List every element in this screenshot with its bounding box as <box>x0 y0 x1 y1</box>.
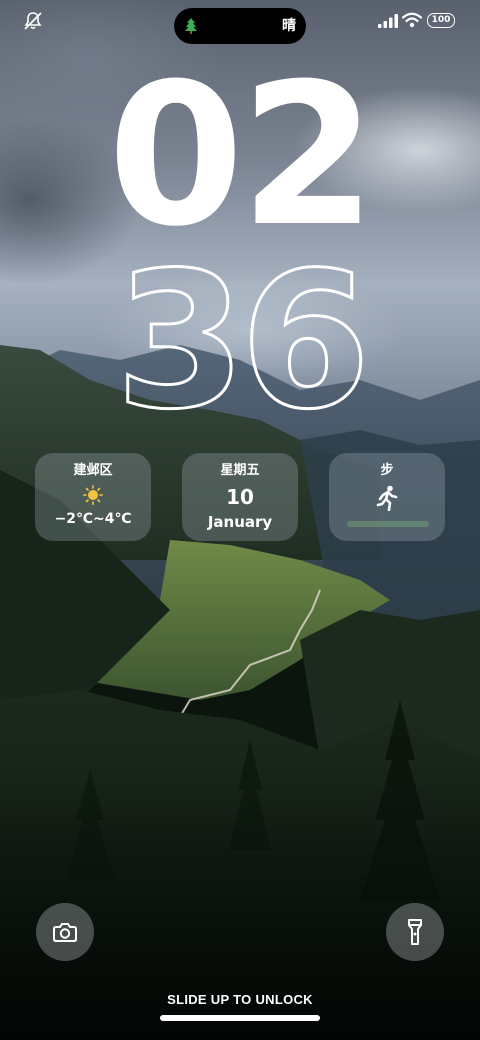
clock-minute: 36 <box>114 232 373 451</box>
status-bar: 晴 100 <box>0 0 480 48</box>
date-month: January <box>207 513 273 531</box>
date-weekday: 星期五 <box>220 463 260 478</box>
date-widget[interactable]: 星期五 10 January <box>182 453 298 541</box>
mute-icon <box>24 12 42 30</box>
date-day: 10 <box>226 485 254 509</box>
running-icon <box>376 485 398 511</box>
flashlight-button[interactable] <box>386 903 444 961</box>
camera-button[interactable] <box>36 903 94 961</box>
home-indicator[interactable] <box>160 1015 320 1021</box>
steps-title: 步 <box>380 463 394 478</box>
steps-progress-bar <box>347 521 429 527</box>
weather-location: 建邺区 <box>73 463 113 478</box>
island-weather-text: 晴 <box>282 18 296 34</box>
steps-widget[interactable]: 步 <box>329 453 445 541</box>
tree-icon <box>185 18 197 34</box>
unlock-hint: SLIDE UP TO UNLOCK <box>167 992 313 1007</box>
weather-widget[interactable]: 建邺区 −2℃~4℃ <box>35 453 151 541</box>
clock-hour: 02 <box>107 42 377 270</box>
battery-level: 100 <box>431 15 451 25</box>
dynamic-island[interactable]: 晴 <box>174 8 306 44</box>
flashlight-icon <box>408 919 422 945</box>
signal-icon <box>378 14 398 28</box>
wifi-icon <box>402 12 422 28</box>
camera-icon <box>53 923 77 942</box>
battery-icon: 100 <box>427 13 455 28</box>
sun-icon <box>83 485 103 505</box>
weather-temperature: −2℃~4℃ <box>54 511 132 527</box>
